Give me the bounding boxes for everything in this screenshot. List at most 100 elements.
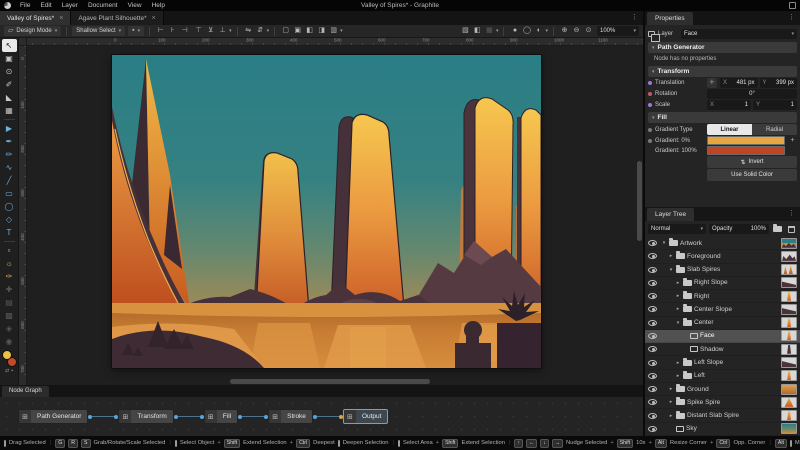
visibility-toggle-icon[interactable] xyxy=(648,253,657,260)
fill-tool[interactable]: ◣ xyxy=(2,91,17,104)
view-mode-normal-icon[interactable]: ● xyxy=(509,26,520,36)
vertical-scrollbar[interactable] xyxy=(637,161,642,241)
overlays-toggle-icon[interactable]: ▧ xyxy=(460,26,471,36)
zoom-level-dropdown[interactable]: 100% ▾ xyxy=(597,26,639,36)
navigate-tool[interactable]: ⊙ xyxy=(2,65,17,78)
chevron-down-icon[interactable]: ▾ xyxy=(267,28,270,34)
input-dot-icon[interactable] xyxy=(648,103,652,107)
visibility-toggle-icon[interactable] xyxy=(648,372,657,379)
boolean-difference-icon[interactable]: ▥ xyxy=(328,26,339,36)
path-tool[interactable]: ▶ xyxy=(2,122,17,135)
artboard[interactable] xyxy=(112,55,541,368)
line-tool[interactable]: ╱ xyxy=(2,174,17,187)
zoom-in-icon[interactable]: ⊕ xyxy=(559,26,570,36)
swap-colors-icon[interactable]: ⇄ xyxy=(5,368,9,374)
menu-file[interactable]: File xyxy=(15,0,35,11)
expand-caret-icon[interactable]: ▸ xyxy=(668,386,674,392)
expand-caret-icon[interactable]: ▸ xyxy=(668,413,674,419)
node-stroke[interactable]: ⊞ Stroke xyxy=(268,409,313,424)
visibility-toggle-icon[interactable] xyxy=(648,412,657,419)
expand-caret-icon[interactable]: ▸ xyxy=(675,280,681,286)
node-transform[interactable]: ⊞ Transform xyxy=(118,409,174,424)
menu-layer[interactable]: Layer xyxy=(57,0,83,11)
rotation-field[interactable]: 0° xyxy=(707,89,797,99)
layer-row[interactable]: ▸ Center Slope xyxy=(645,303,800,317)
input-dot-icon[interactable] xyxy=(648,127,652,132)
layer-tree-menu-dots-icon[interactable]: ⋮ xyxy=(783,207,800,221)
align-center-horizontal-icon[interactable]: ⊦ xyxy=(167,26,178,36)
zoom-reset-icon[interactable]: ⊙ xyxy=(583,26,594,36)
scale-x-field[interactable]: X 1 xyxy=(707,100,751,110)
node-path-generator[interactable]: ⊞ Path Generator xyxy=(18,409,89,424)
visibility-toggle-icon[interactable] xyxy=(648,240,657,247)
layer-row[interactable]: ▾ Artwork xyxy=(645,237,800,251)
blend-mode-dropdown[interactable]: Normal ▾ xyxy=(648,224,706,234)
menu-document[interactable]: Document xyxy=(83,0,123,11)
canvas-menu-dots-icon[interactable]: ⋮ xyxy=(626,11,643,25)
polygon-tool[interactable]: ◇ xyxy=(2,213,17,226)
artwork-canvas[interactable] xyxy=(112,55,541,368)
flip-vertical-icon[interactable]: ⇵ xyxy=(255,26,266,36)
section-path-generator[interactable]: ▾ Path Generator xyxy=(648,42,797,53)
eyedropper-tool[interactable]: ✐ xyxy=(2,78,17,91)
tab-node-graph[interactable]: Node Graph xyxy=(2,386,49,397)
fullscreen-icon[interactable] xyxy=(789,2,796,9)
expand-caret-icon[interactable]: ▸ xyxy=(668,399,674,405)
expand-caret-icon[interactable]: ▾ xyxy=(675,320,681,326)
pivot-icon[interactable]: ✛ xyxy=(707,78,717,88)
chevron-down-icon[interactable]: ▾ xyxy=(229,28,232,34)
section-fill[interactable]: ▾ Fill xyxy=(648,112,797,123)
artboard-tool[interactable]: ▣ xyxy=(2,52,17,65)
expand-caret-icon[interactable]: ▸ xyxy=(668,253,674,259)
align-center-vertical-icon[interactable]: ⊻ xyxy=(205,26,216,36)
view-mode-pixels-icon[interactable]: ◐ xyxy=(533,26,544,36)
brush-tool[interactable]: ✑ xyxy=(2,270,17,283)
layer-row[interactable]: ▸ Distant Slab Spire xyxy=(645,409,800,423)
design-mode-dropdown[interactable]: ▱ Design Mode ▾ xyxy=(4,26,62,36)
properties-menu-dots-icon[interactable]: ⋮ xyxy=(783,11,800,25)
layer-row[interactable]: ▸ Right Slope xyxy=(645,277,800,291)
spline-tool[interactable]: ∿ xyxy=(2,161,17,174)
align-bottom-icon[interactable]: ⊥ xyxy=(217,26,228,36)
horizontal-scrollbar[interactable] xyxy=(230,379,430,384)
visibility-toggle-icon[interactable] xyxy=(648,332,657,339)
frame-tool[interactable]: ▫ xyxy=(2,244,17,257)
expand-caret-icon[interactable]: ▸ xyxy=(675,293,681,299)
linear-option[interactable]: Linear xyxy=(707,124,752,135)
expand-caret-icon[interactable]: ▸ xyxy=(675,373,681,379)
visibility-toggle-icon[interactable] xyxy=(648,386,657,393)
node-output[interactable]: ⊞ Output xyxy=(342,409,389,424)
boolean-union-icon[interactable]: ▢ xyxy=(280,26,291,36)
node-graph-area[interactable]: ⊞ Path Generator ⊞ Transform ⊞ Fill ⊞ Stroke ⊞ Ou… xyxy=(0,397,643,436)
expand-caret-icon[interactable]: ▸ xyxy=(675,306,681,312)
tab-properties[interactable]: Properties xyxy=(647,12,693,25)
snapping-toggle-icon[interactable]: ◧ xyxy=(472,26,483,36)
gradient-tool[interactable]: ▦ xyxy=(2,104,17,117)
selection-mode-dropdown[interactable]: Shallow Select ▾ xyxy=(72,26,126,36)
layer-row[interactable]: ▾ Center xyxy=(645,317,800,330)
zoom-out-icon[interactable]: ⊖ xyxy=(571,26,582,36)
translation-x-field[interactable]: X 481 px xyxy=(720,78,758,88)
menu-view[interactable]: View xyxy=(123,0,147,11)
align-left-icon[interactable]: ⊢ xyxy=(155,26,166,36)
close-tab-icon[interactable]: × xyxy=(152,15,156,22)
menu-edit[interactable]: Edit xyxy=(35,0,56,11)
pen-tool[interactable]: ✒ xyxy=(2,135,17,148)
close-tab-icon[interactable]: × xyxy=(59,15,63,22)
layer-row[interactable]: Sky xyxy=(645,423,800,436)
input-dot-icon[interactable] xyxy=(648,81,652,85)
layer-row[interactable]: ▸ Foreground xyxy=(645,250,800,264)
flip-horizontal-icon[interactable]: ⇋ xyxy=(243,26,254,36)
layer-row[interactable]: ▸ Right xyxy=(645,290,800,304)
expand-caret-icon[interactable]: ▾ xyxy=(668,267,674,273)
visibility-toggle-icon[interactable] xyxy=(648,346,657,353)
gradient-stop100-swatch[interactable] xyxy=(707,146,785,155)
expand-caret-icon[interactable]: ▾ xyxy=(661,240,667,246)
visibility-toggle-icon[interactable] xyxy=(648,306,657,313)
chevron-down-icon[interactable]: ▾ xyxy=(496,28,499,34)
layer-row[interactable]: ▸ Left Slope xyxy=(645,356,800,370)
use-solid-color-button[interactable]: Use Solid Color xyxy=(707,169,797,181)
invert-button[interactable]: ⇅ Invert xyxy=(707,156,797,168)
layer-row[interactable]: Face xyxy=(645,329,800,344)
canvas-area[interactable] xyxy=(27,46,643,385)
